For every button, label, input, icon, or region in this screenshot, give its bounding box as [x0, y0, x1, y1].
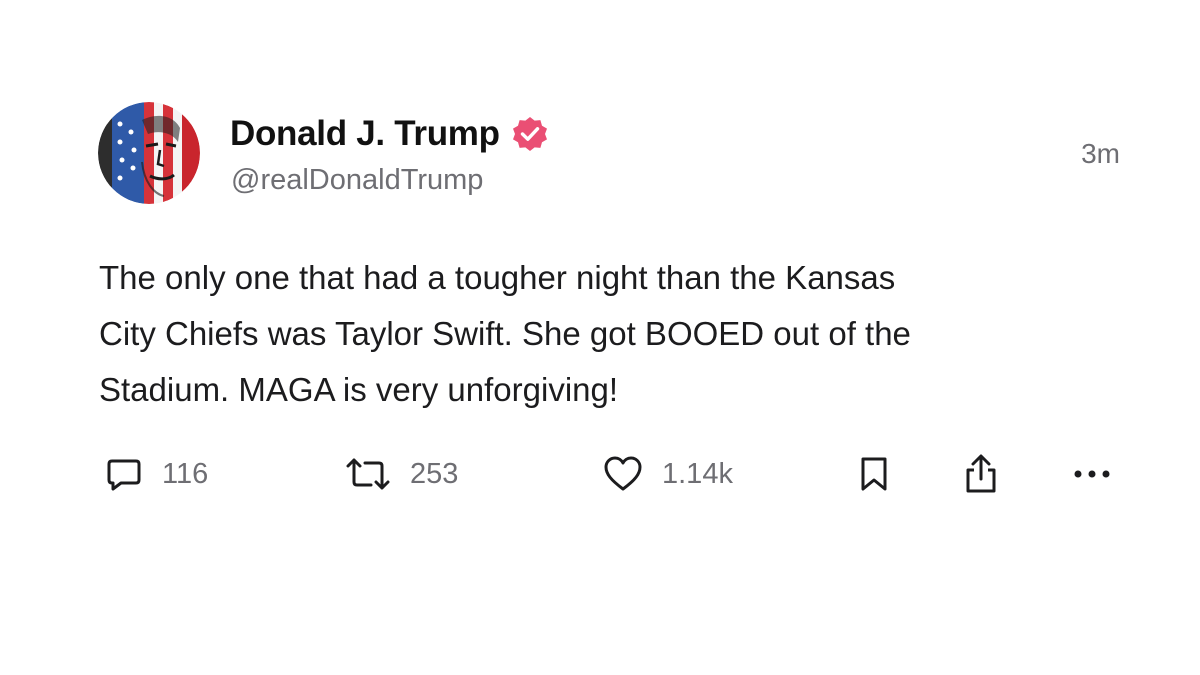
post-body-text: The only one that had a tougher night th… — [99, 259, 911, 408]
heart-icon — [602, 454, 644, 494]
author-row: Donald J. Trump — [230, 112, 550, 156]
bookmark-button[interactable] — [857, 451, 891, 497]
bookmark-icon — [857, 454, 891, 494]
more-options-button[interactable] — [1072, 451, 1112, 497]
verified-badge-icon — [510, 114, 550, 154]
share-button[interactable] — [962, 451, 1000, 497]
post-timestamp: 3m — [1081, 138, 1120, 169]
repost-button[interactable]: 253 — [344, 451, 458, 497]
share-icon — [962, 453, 1000, 495]
like-count: 1.14k — [662, 457, 733, 490]
repost-count: 253 — [410, 457, 459, 490]
reply-button[interactable]: 116 — [104, 451, 208, 497]
author-display-name[interactable]: Donald J. Trump — [230, 114, 500, 154]
repost-icon — [344, 454, 392, 494]
post-card: Donald J. Trump @realDonaldTrump 3m The … — [0, 0, 1200, 675]
author-handle[interactable]: @realDonaldTrump — [231, 164, 483, 197]
more-icon — [1072, 464, 1112, 484]
avatar-image — [98, 102, 200, 204]
avatar[interactable] — [98, 102, 200, 204]
reply-count: 116 — [162, 457, 209, 490]
comment-icon — [104, 454, 144, 494]
like-button[interactable]: 1.14k — [602, 451, 733, 497]
